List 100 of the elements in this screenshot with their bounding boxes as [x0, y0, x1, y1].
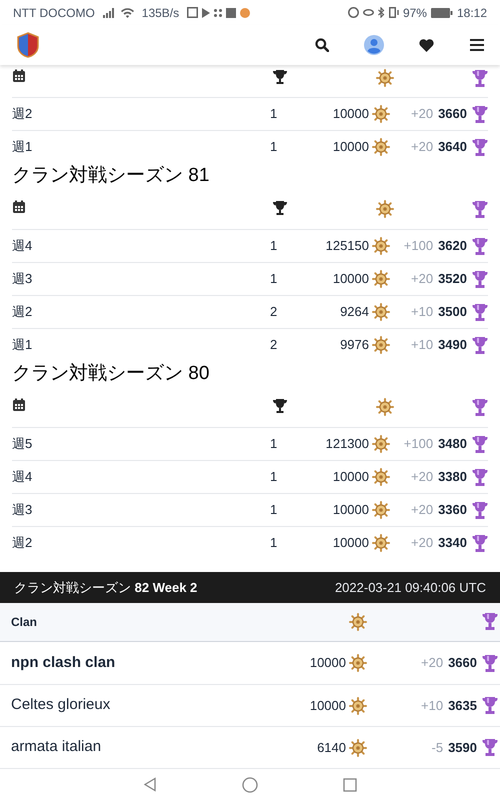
trophy-count: 3500	[438, 303, 467, 322]
fame-value: 10000	[310, 696, 346, 715]
trophy-icon	[482, 696, 498, 715]
week-label: 週1	[12, 336, 34, 354]
calendar-icon	[12, 69, 26, 83]
battery-level: 97%	[402, 4, 427, 22]
trophy-change: -5	[432, 738, 444, 757]
week-label: 週5	[12, 435, 34, 454]
trophy-count: 3660	[438, 105, 467, 124]
network-speed: 135B/s	[142, 4, 180, 22]
fame-value: 121300	[326, 435, 369, 454]
trophy-icon	[472, 398, 488, 417]
week-label: 週3	[12, 270, 34, 288]
fame-value: 10000	[332, 534, 369, 552]
fame-value: 10000	[332, 501, 369, 520]
shield-logo[interactable]	[16, 32, 40, 58]
trophy-icon	[472, 138, 488, 156]
trophy-count: 3380	[438, 468, 467, 486]
vibrate-icon	[388, 7, 399, 18]
fame-value: 10000	[332, 138, 369, 156]
trophy-count: 3480	[438, 435, 467, 454]
trophy-icon	[472, 534, 488, 552]
trophy-count: 3520	[438, 270, 467, 288]
trophy-icon	[482, 738, 498, 757]
rank-value: 1	[270, 501, 278, 520]
trophy-change: +20	[411, 501, 434, 520]
trophy-icon	[482, 654, 498, 672]
trophy-change: +10	[411, 303, 434, 322]
play-icon	[202, 8, 210, 18]
trophy-change: +100	[404, 237, 434, 256]
wheel-icon	[376, 69, 394, 87]
wheel-icon	[372, 303, 390, 321]
wheel-icon	[372, 270, 390, 288]
rank-value: 1	[270, 237, 278, 256]
trophy-count: 3340	[438, 534, 467, 552]
carrier-name: NTT DOCOMO	[13, 4, 95, 22]
trophy-icon	[472, 200, 488, 219]
home-icon[interactable]	[242, 776, 258, 792]
wheel-icon	[372, 435, 390, 453]
wheel-icon	[349, 738, 367, 756]
week-label: 週3	[12, 501, 34, 520]
rank-value: 2	[270, 336, 278, 354]
rank-value: 2	[270, 303, 278, 322]
wheel-icon	[376, 200, 394, 218]
trophy-count: 3590	[448, 738, 477, 757]
column-header: Clan	[11, 614, 38, 631]
battery-icon	[430, 8, 453, 18]
wifi-icon	[120, 8, 134, 18]
calendar-icon	[12, 200, 26, 214]
clan-name: npn clash clan	[11, 652, 116, 673]
rank-value: 1	[270, 435, 278, 454]
rank-value: 1	[270, 270, 278, 288]
trophy-change: +10	[411, 336, 434, 354]
rank-value: 1	[270, 138, 278, 156]
trophy-icon	[472, 104, 488, 124]
trophy-count: 3640	[438, 138, 467, 156]
trophy-count: 3490	[438, 336, 467, 354]
wheel-icon	[372, 534, 390, 552]
trophy-icon	[472, 302, 488, 322]
fame-value: 9976	[340, 336, 369, 354]
trophy-change: +100	[404, 435, 434, 454]
wheel-icon	[372, 237, 390, 255]
menu-icon[interactable]	[470, 39, 484, 51]
fame-value: 10000	[332, 468, 369, 486]
back-icon[interactable]	[143, 777, 157, 792]
trophy-icon	[472, 500, 488, 520]
week-label: 週2	[12, 303, 34, 322]
week-label: 週4	[12, 237, 34, 256]
wheel-icon	[376, 398, 394, 416]
wheel-icon	[372, 468, 390, 486]
heart-icon[interactable]	[419, 38, 434, 52]
wheel-icon	[349, 612, 367, 631]
clan-name: Celtes glorieux	[11, 695, 112, 716]
rank-value: 1	[270, 534, 278, 552]
calendar-icon	[12, 398, 26, 412]
trophy-change: +20	[411, 468, 434, 486]
trophy-icon	[272, 200, 288, 216]
trophy-icon	[272, 398, 288, 414]
app-icon	[240, 8, 250, 18]
trophy-icon	[272, 69, 288, 85]
search-icon[interactable]	[315, 38, 329, 52]
bluetooth-icon	[378, 7, 385, 18]
trophy-icon	[472, 468, 488, 486]
week-label: 週4	[12, 468, 34, 486]
trophy-change: +10	[421, 696, 444, 715]
wheel-icon	[349, 654, 367, 672]
trophy-icon	[472, 69, 488, 88]
fame-value: 6140	[317, 738, 346, 757]
fame-value: 125150	[326, 237, 369, 256]
season-title: クラン対戦シーズン 80	[12, 362, 210, 386]
recents-icon[interactable]	[343, 778, 357, 792]
trophy-count: 3360	[438, 501, 467, 520]
avatar-icon[interactable]	[364, 35, 384, 55]
trophy-count: 3660	[448, 654, 477, 672]
trophy-change: +20	[421, 654, 444, 672]
week-label: 週1	[12, 138, 34, 156]
trophy-icon	[472, 270, 488, 288]
trophy-icon	[472, 434, 488, 454]
trophy-icon	[482, 612, 498, 632]
clan-name: armata italian	[11, 737, 102, 758]
